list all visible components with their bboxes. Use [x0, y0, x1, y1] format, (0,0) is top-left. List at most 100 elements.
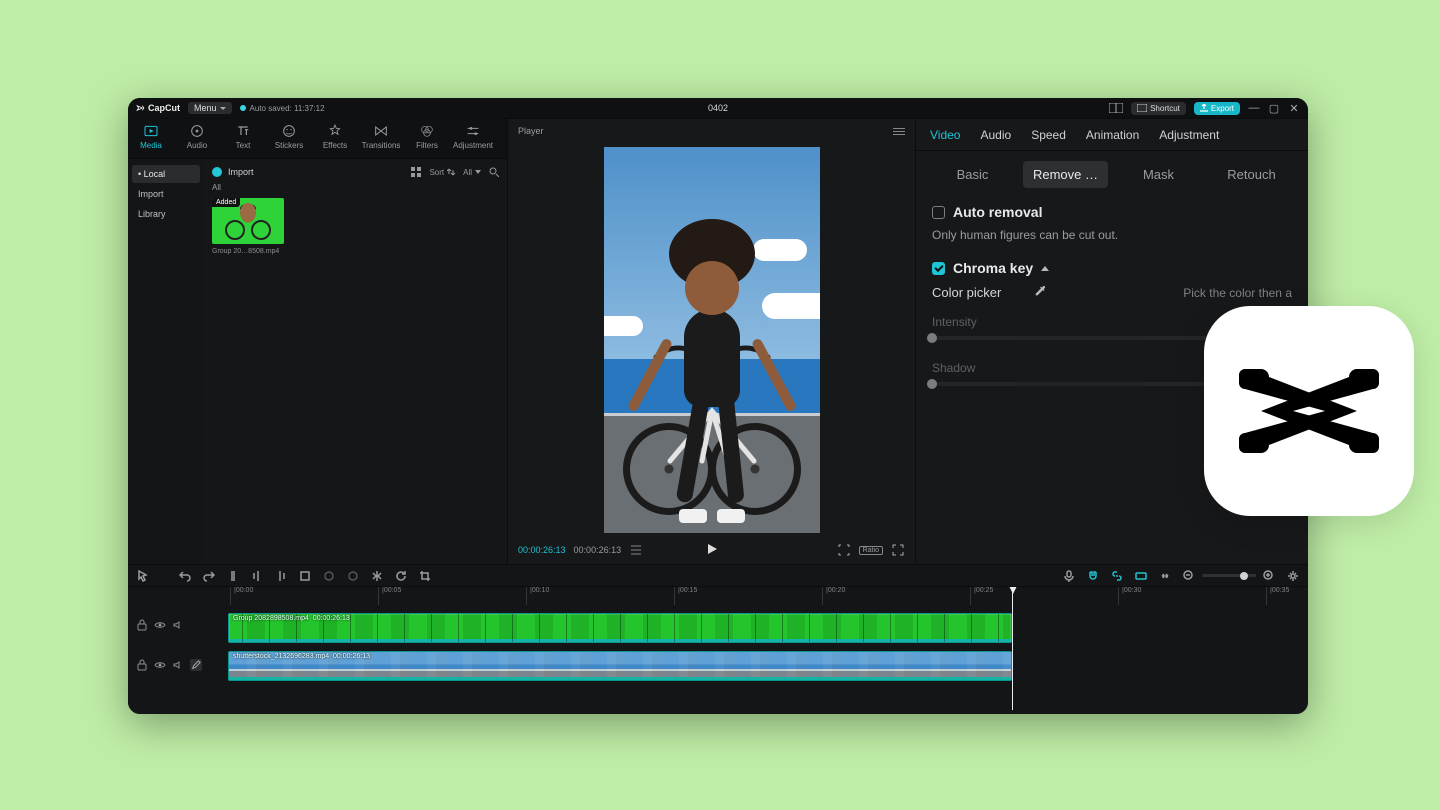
tab-speed[interactable]: Speed — [1031, 128, 1066, 142]
collapse-icon[interactable] — [1158, 569, 1172, 583]
library-tab-stickers[interactable]: Stickers — [266, 119, 312, 150]
pointer-tool-icon[interactable] — [136, 569, 150, 583]
subtab-mask[interactable]: Mask — [1116, 161, 1201, 188]
import-button[interactable]: Import — [212, 167, 254, 177]
library-panel: Media Audio Text Stickers — [128, 119, 508, 564]
tab-video[interactable]: Video — [930, 128, 960, 142]
magnet-on-icon[interactable] — [1086, 569, 1100, 583]
library-tab-audio[interactable]: Audio — [174, 119, 220, 150]
crop-icon[interactable] — [418, 569, 432, 583]
timeline-ruler[interactable]: |00:00 |00:05 |00:10 |00:15 |00:20 |00:2… — [228, 587, 1308, 605]
split-right-icon[interactable] — [274, 569, 288, 583]
track-visible-icon[interactable] — [154, 659, 166, 671]
layout-icon[interactable] — [1109, 103, 1123, 113]
eyedropper-icon[interactable] — [1034, 284, 1048, 301]
media-clip-thumbnail[interactable]: Added Group 20…8508.mp4 — [212, 198, 284, 255]
library-tab-media[interactable]: Media — [128, 119, 174, 150]
track-edit-icon[interactable] — [190, 659, 202, 671]
track-visible-icon[interactable] — [154, 619, 166, 631]
timeline-clip-1[interactable]: Group 2082898508.mp4 00:00:26:13 — [228, 613, 1012, 643]
library-nav-import[interactable]: Import — [132, 185, 200, 203]
record-off2-icon[interactable] — [346, 569, 360, 583]
window-minimize-icon[interactable]: — — [1248, 102, 1260, 114]
timeline-gutter — [128, 587, 228, 714]
project-title: 0402 — [708, 103, 728, 113]
app-window: CapCut Menu Auto saved: 11:37:12 0402 Sh… — [128, 98, 1308, 714]
redo-icon[interactable] — [202, 569, 216, 583]
timecode-current: 00:00:26:13 — [518, 545, 566, 555]
app-logo: CapCut — [136, 102, 180, 114]
player-menu-icon[interactable] — [893, 128, 905, 135]
delete-icon[interactable] — [298, 569, 312, 583]
library-tab-transitions[interactable]: Transitions — [358, 119, 404, 150]
subtab-retouch[interactable]: Retouch — [1209, 161, 1294, 188]
library-tab-text[interactable]: Text — [220, 119, 266, 150]
track-lock-icon[interactable] — [136, 659, 148, 671]
export-button[interactable]: Export — [1194, 102, 1240, 115]
shortcut-button[interactable]: Shortcut — [1131, 102, 1186, 115]
library-tab-filters[interactable]: Filters — [404, 119, 450, 150]
play-button[interactable] — [706, 543, 718, 557]
list-icon[interactable] — [629, 544, 643, 556]
library-nav-library[interactable]: Library — [132, 205, 200, 223]
titlebar: CapCut Menu Auto saved: 11:37:12 0402 Sh… — [128, 98, 1308, 118]
added-badge: Added — [212, 198, 240, 207]
track-mute-icon[interactable] — [172, 619, 184, 631]
window-close-icon[interactable]: ✕ — [1288, 102, 1300, 114]
zoom-in-icon[interactable] — [1262, 569, 1276, 583]
split-icon[interactable] — [226, 569, 240, 583]
autosave-status: Auto saved: 11:37:12 — [240, 104, 325, 113]
focus-frame-icon[interactable] — [837, 544, 851, 556]
filter-all-dropdown[interactable]: All — [463, 168, 481, 177]
sort-dropdown[interactable]: Sort — [429, 168, 455, 177]
auto-removal-note: Only human figures can be cut out. — [932, 228, 1292, 242]
capcut-app-icon — [1204, 306, 1414, 516]
auto-removal-checkbox[interactable] — [932, 206, 945, 219]
ratio-button[interactable]: Ratio — [859, 546, 883, 555]
rotate-icon[interactable] — [394, 569, 408, 583]
playhead[interactable] — [1012, 587, 1013, 710]
inspector-top-tabs: Video Audio Speed Animation Adjustment — [916, 119, 1308, 151]
chroma-key-title: Chroma key — [953, 260, 1033, 276]
inspector-sub-tabs: Basic Remove … Mask Retouch — [916, 151, 1308, 198]
timeline-clip-2[interactable]: shutterstock_2132696283.mp4 00:00:26:13 — [228, 651, 1012, 681]
window-maximize-icon[interactable]: ▢ — [1268, 102, 1280, 114]
tab-audio[interactable]: Audio — [980, 128, 1011, 142]
library-tabs: Media Audio Text Stickers — [128, 119, 507, 159]
timeline-toolbar — [128, 565, 1308, 587]
library-tab-effects[interactable]: Effects — [312, 119, 358, 150]
tab-adjustment[interactable]: Adjustment — [1159, 128, 1219, 142]
library-side-nav: • Local Import Library — [128, 159, 204, 564]
timeline-zoom[interactable] — [1182, 569, 1276, 583]
media-clip-name: Group 20…8508.mp4 — [212, 248, 284, 255]
track-lock-icon[interactable] — [136, 619, 148, 631]
chevron-up-icon[interactable] — [1041, 266, 1049, 271]
tab-animation[interactable]: Animation — [1086, 128, 1139, 142]
menu-button[interactable]: Menu — [188, 102, 232, 114]
chroma-key-checkbox[interactable] — [932, 262, 945, 275]
color-picker-label: Color picker — [932, 285, 1024, 300]
fullscreen-icon[interactable] — [891, 544, 905, 556]
undo-icon[interactable] — [178, 569, 192, 583]
search-icon[interactable] — [489, 167, 499, 177]
view-grid-toggle[interactable] — [411, 167, 421, 177]
intensity-slider[interactable] — [932, 336, 1244, 340]
preview-on-icon[interactable] — [1134, 569, 1148, 583]
player-canvas[interactable] — [508, 143, 915, 536]
player-title: Player — [518, 126, 544, 136]
subtab-basic[interactable]: Basic — [930, 161, 1015, 188]
timeline-tracks[interactable]: |00:00 |00:05 |00:10 |00:15 |00:20 |00:2… — [228, 587, 1308, 714]
record-off-icon[interactable] — [322, 569, 336, 583]
settings-icon[interactable] — [1286, 569, 1300, 583]
mirror-icon[interactable] — [370, 569, 384, 583]
shadow-slider[interactable] — [932, 382, 1244, 386]
track-mute-icon[interactable] — [172, 659, 184, 671]
zoom-out-icon[interactable] — [1182, 569, 1196, 583]
link-on-icon[interactable] — [1110, 569, 1124, 583]
library-tab-adjustment[interactable]: Adjustment — [450, 119, 496, 150]
split-left-icon[interactable] — [250, 569, 264, 583]
mic-icon[interactable] — [1062, 569, 1076, 583]
library-nav-local[interactable]: • Local — [132, 165, 200, 183]
subtab-remove[interactable]: Remove … — [1023, 161, 1108, 188]
auto-removal-title: Auto removal — [953, 204, 1042, 220]
